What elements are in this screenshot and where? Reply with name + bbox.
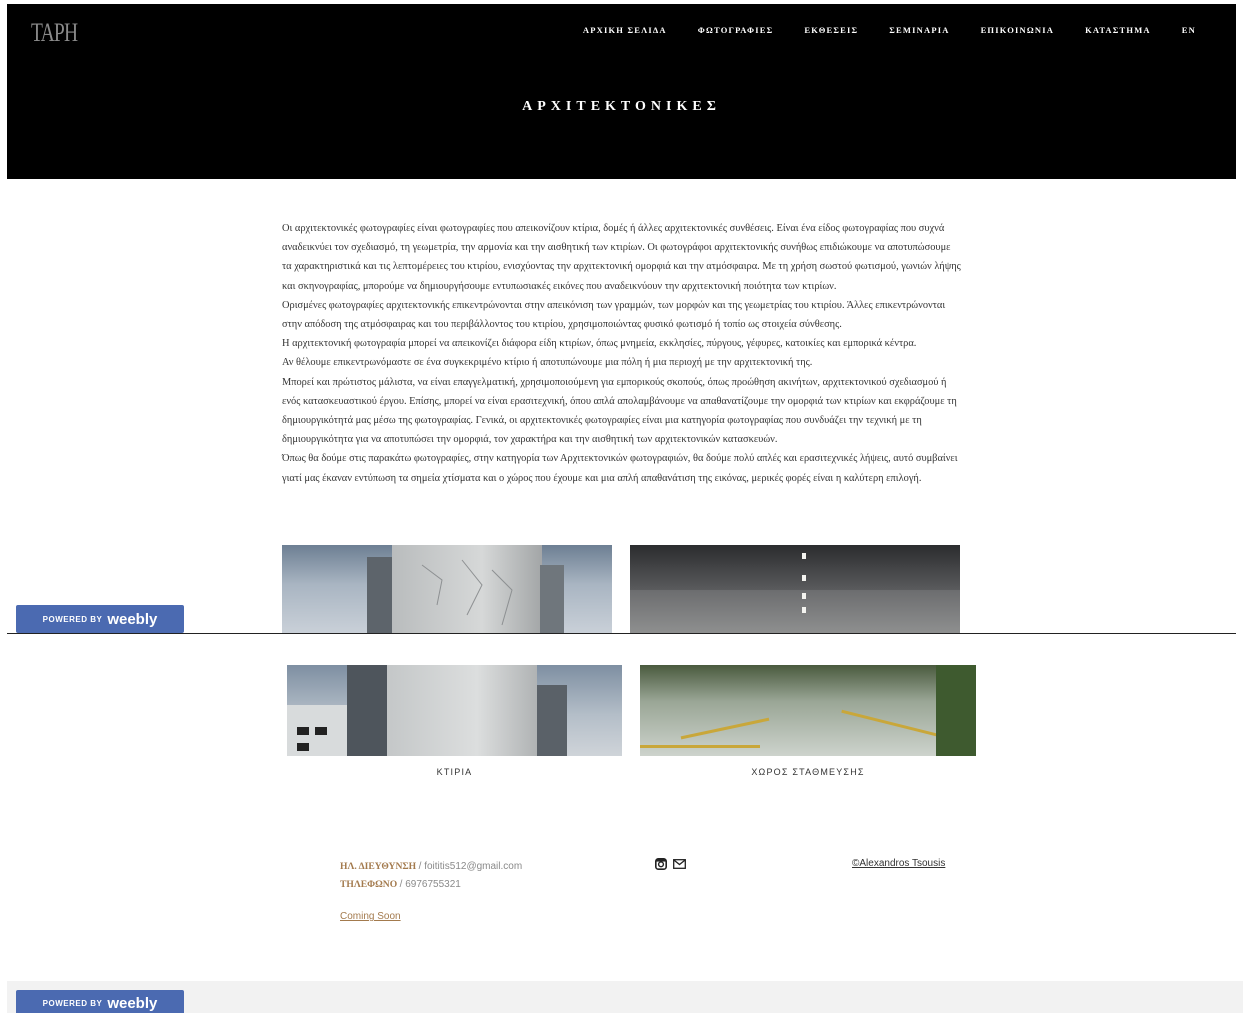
phone-label: ΤΗΛΕΦΩΝΟ <box>340 879 398 890</box>
window <box>315 727 327 735</box>
nav-item-photos[interactable]: ΦΩΤΟΓΡΑΦΙΕΣ <box>698 25 774 35</box>
gallery-caption: ΧΩΡΟΣ ΣΤΑΘΜΕΥΣΗΣ <box>751 767 865 777</box>
floor-marking <box>841 709 949 740</box>
paragraph: Αν θέλουμε επικεντρωνόμαστε σε ένα συγκε… <box>282 357 813 369</box>
paragraph: Οι αρχιτεκτονικές φωτογραφίες είναι φωτο… <box>282 223 961 292</box>
article-body: Οι αρχιτεκτονικές φωτογραφίες είναι φωτο… <box>282 219 962 488</box>
gallery-thumbnail[interactable] <box>287 665 622 756</box>
main-nav: ΑΡΧΙΚΗ ΣΕΛΙΔΑ ΦΩΤΟΓΡΑΦΙΕΣ ΕΚΘΕΣΕΙΣ ΣΕΜΙΝ… <box>552 25 1196 35</box>
building-wing <box>537 685 567 756</box>
footer-contact: ΗΛ. ΔΙΕΥΘΥΝΣΗ / foititis512@gmail.com ΤΗ… <box>340 858 522 894</box>
floor-marking <box>680 717 770 740</box>
email-value[interactable]: / foititis512@gmail.com <box>419 861 523 872</box>
building-wing <box>540 565 564 633</box>
page-title: ΑΡΧΙΤΕΚΤΟΝΙΚΕΣ <box>522 99 721 114</box>
nav-item-home[interactable]: ΑΡΧΙΚΗ ΣΕΛΙΔΑ <box>583 25 667 35</box>
gallery-item-parking[interactable]: ΧΩΡΟΣ ΣΤΑΘΜΕΥΣΗΣ <box>640 665 976 777</box>
paragraph: Η αρχιτεκτονική φωτογραφία μπορεί να απε… <box>282 338 917 350</box>
building-wing <box>367 557 395 633</box>
window <box>297 743 309 751</box>
ceiling-light <box>802 553 806 559</box>
nav-item-store[interactable]: ΚΑΤΑΣΤΗΜΑ <box>1085 25 1151 35</box>
gallery-thumbnail[interactable] <box>640 665 976 756</box>
facade-pattern-icon <box>421 559 513 626</box>
gallery-item-buildings[interactable]: ΚΤΙΡΙΑ <box>287 665 622 777</box>
mail-icon[interactable] <box>673 859 686 869</box>
weebly-logo: weebly <box>107 995 158 1012</box>
parking-photo[interactable] <box>630 545 960 633</box>
nav-item-language-en[interactable]: EN <box>1182 25 1196 35</box>
gallery-caption: ΚΤΙΡΙΑ <box>436 767 473 777</box>
bottom-bar <box>7 981 1243 1013</box>
section-divider <box>7 633 1236 634</box>
powered-by-label: POWERED BY <box>42 999 103 1008</box>
building-wing <box>347 665 387 756</box>
floor-marking <box>640 745 760 748</box>
paragraph: Μπορεί και πρώτιστος μάλιστα, να είναι ε… <box>282 376 957 446</box>
instagram-icon[interactable] <box>655 858 667 870</box>
phone-value[interactable]: / 6976755321 <box>400 879 461 890</box>
powered-by-weebly-badge[interactable]: POWERED BY weebly <box>16 605 184 633</box>
nav-item-exhibitions[interactable]: ΕΚΘΕΣΕΙΣ <box>804 25 858 35</box>
window <box>297 727 309 735</box>
building-facade <box>387 665 537 756</box>
parking-ceiling <box>630 545 960 590</box>
building-facade <box>392 545 542 633</box>
nav-item-seminars[interactable]: ΣΕΜΙΝΑΡΙΑ <box>889 25 949 35</box>
nav-item-contact[interactable]: ΕΠΙΚΟΙΝΩΝΙΑ <box>981 25 1055 35</box>
coming-soon-link[interactable]: Coming Soon <box>340 911 401 922</box>
copyright-link[interactable]: ©Alexandros Tsousis <box>852 858 945 869</box>
social-icons <box>655 858 686 870</box>
email-label: ΗΛ. ΔΙΕΥΘΥΝΣΗ <box>340 861 417 872</box>
paragraph: Ορισμένες φωτογραφίες αρχιτεκτονικής επι… <box>282 299 946 331</box>
paragraph: Όπως θα δούμε στις παρακάτω φωτογραφίες,… <box>282 453 958 484</box>
ceiling-light <box>802 593 806 599</box>
building-photo[interactable] <box>282 545 612 633</box>
powered-by-weebly-badge[interactable]: POWERED BY weebly <box>16 990 184 1013</box>
green-wall <box>936 665 976 756</box>
site-logo[interactable]: TAPH <box>31 18 78 48</box>
powered-by-label: POWERED BY <box>42 614 103 624</box>
site-header: TAPH ΑΡΧΙΚΗ ΣΕΛΙΔΑ ΦΩΤΟΓΡΑΦΙΕΣ ΕΚΘΕΣΕΙΣ … <box>7 4 1236 179</box>
ceiling-light <box>802 607 806 613</box>
ceiling-light <box>802 575 806 581</box>
weebly-logo: weebly <box>107 610 158 628</box>
